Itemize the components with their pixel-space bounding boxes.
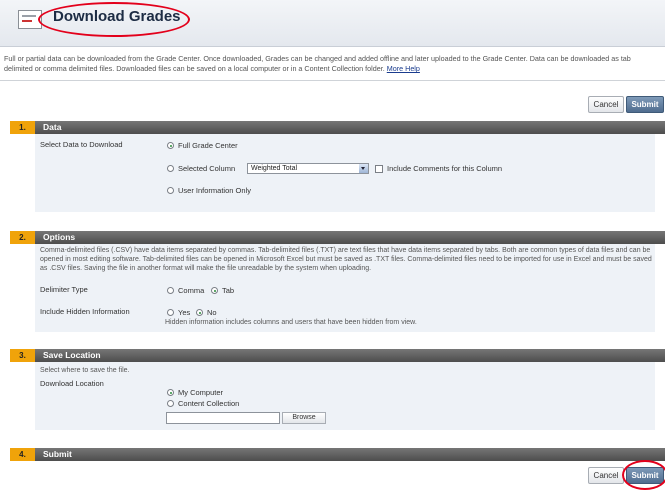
cancel-button-bottom[interactable]: Cancel [588, 467, 624, 484]
submit-highlight-circle [622, 460, 665, 490]
save-location-hint: Select where to save the file. [40, 367, 130, 374]
section-title: Submit [35, 448, 665, 461]
column-select-value: Weighted Total [251, 165, 298, 172]
divider [0, 80, 665, 81]
user-information-only-label: User Information Only [178, 186, 251, 195]
radio-user-information-only[interactable] [167, 187, 174, 194]
section-number: 3. [10, 349, 35, 362]
page-header: Download Grades [0, 0, 665, 47]
section-number: 2. [10, 231, 35, 244]
radio-content-collection[interactable] [167, 400, 174, 407]
section-title: Options [35, 231, 665, 244]
options-description: Comma-delimited files (.CSV) have data i… [40, 247, 652, 272]
radio-no[interactable] [196, 309, 203, 316]
selected-column-label: Selected Column [178, 164, 236, 173]
include-comments-checkbox[interactable] [375, 165, 383, 173]
section-data-header: 1. Data [10, 121, 665, 134]
submit-button-top[interactable]: Submit [626, 96, 664, 113]
content-collection-path-input[interactable] [166, 412, 280, 424]
column-select[interactable]: Weighted Total [247, 163, 369, 174]
no-label: No [207, 308, 217, 317]
radio-tab[interactable] [211, 287, 218, 294]
section-submit-header: 4. Submit [10, 448, 665, 461]
title-highlight-circle [38, 2, 190, 37]
chevron-down-icon [359, 164, 368, 173]
hidden-info-description: Hidden information includes columns and … [165, 319, 417, 326]
download-grades-page: Download Grades Full or partial data can… [0, 0, 665, 490]
download-location-label: Download Location [40, 379, 104, 388]
radio-yes[interactable] [167, 309, 174, 316]
my-computer-label: My Computer [178, 388, 224, 397]
select-data-label: Select Data to Download [40, 140, 123, 149]
cancel-button-top[interactable]: Cancel [588, 96, 624, 113]
yes-label: Yes [178, 308, 191, 317]
delimiter-type-label: Delimiter Type [40, 285, 88, 294]
content-collection-label: Content Collection [178, 399, 240, 408]
include-hidden-label: Include Hidden Information [40, 307, 130, 316]
browse-button[interactable]: Browse [282, 412, 326, 424]
tab-label: Tab [222, 286, 235, 295]
more-help-link[interactable]: More Help [387, 64, 420, 73]
include-comments-label: Include Comments for this Column [387, 164, 503, 173]
comma-label: Comma [178, 286, 205, 295]
radio-my-computer[interactable] [167, 389, 174, 396]
full-grade-center-label: Full Grade Center [178, 141, 238, 150]
section-title: Save Location [35, 349, 665, 362]
section-save-location-header: 3. Save Location [10, 349, 665, 362]
radio-full-grade-center[interactable] [167, 142, 174, 149]
intro-text: Full or partial data can be downloaded f… [4, 54, 659, 74]
radio-comma[interactable] [167, 287, 174, 294]
section-number: 1. [10, 121, 35, 134]
intro-description: Full or partial data can be downloaded f… [4, 54, 631, 73]
section-options-header: 2. Options [10, 231, 665, 244]
section-number: 4. [10, 448, 35, 461]
radio-selected-column[interactable] [167, 165, 174, 172]
section-title: Data [35, 121, 665, 134]
